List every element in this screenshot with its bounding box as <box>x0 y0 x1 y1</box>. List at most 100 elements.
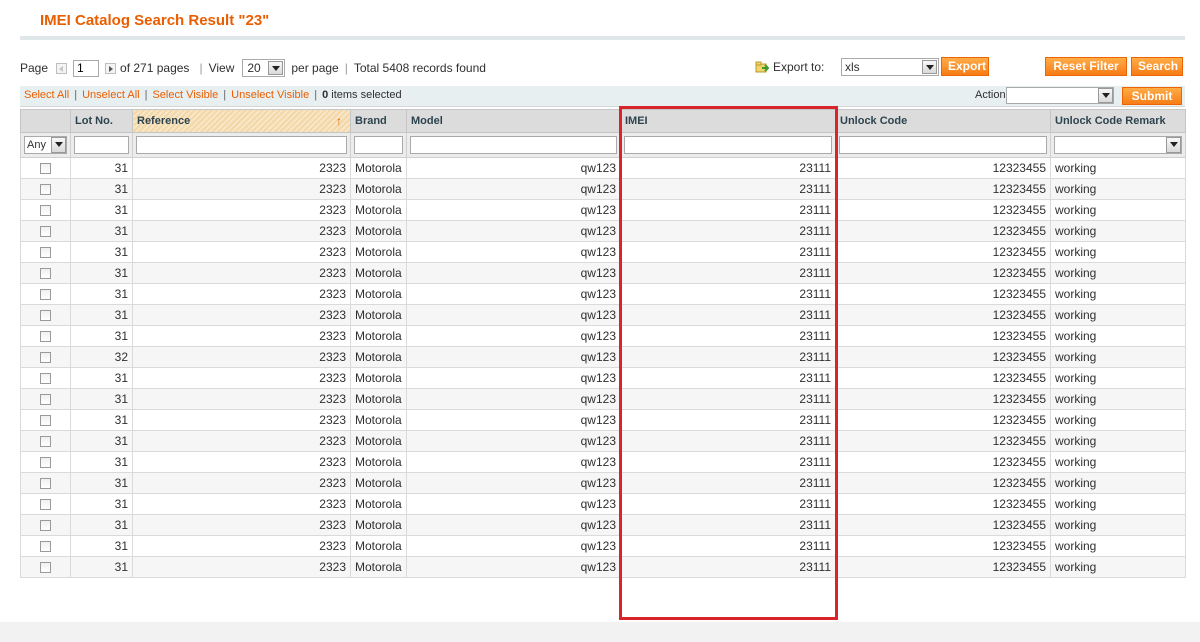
row-checkbox[interactable] <box>40 540 51 552</box>
row-checkbox[interactable] <box>40 456 51 468</box>
chevron-down-icon[interactable] <box>1098 88 1113 103</box>
table-row[interactable]: 31 2323 Motorola qw123 23111 12323455 working <box>20 472 1186 494</box>
column-header-lot-no[interactable]: Lot No. <box>70 109 133 133</box>
row-checkbox[interactable] <box>40 309 51 321</box>
row-checkbox[interactable] <box>40 204 51 216</box>
row-checkbox[interactable] <box>40 162 51 174</box>
page-number-input[interactable] <box>73 59 100 77</box>
table-row[interactable]: 31 2323 Motorola qw123 23111 12323455 working <box>20 325 1186 347</box>
reference-cell: 2323 <box>132 346 351 368</box>
model-cell: qw123 <box>406 241 621 263</box>
row-checkbox[interactable] <box>40 372 51 384</box>
table-row[interactable]: 31 2323 Motorola qw123 23111 12323455 working <box>20 367 1186 389</box>
row-checkbox[interactable] <box>40 246 51 258</box>
prev-page-icon[interactable] <box>56 62 68 74</box>
row-checkbox[interactable] <box>40 435 51 447</box>
chevron-down-icon[interactable] <box>268 61 284 75</box>
table-row[interactable]: 31 2323 Motorola qw123 23111 12323455 working <box>20 535 1186 557</box>
export-button[interactable]: Export <box>941 57 989 76</box>
model-cell: qw123 <box>406 556 621 578</box>
lot-no-cell: 31 <box>70 409 133 431</box>
column-header-unlock-code[interactable]: Unlock Code <box>835 109 1051 133</box>
submit-button[interactable]: Submit <box>1122 87 1182 105</box>
unlock-code-filter-input[interactable] <box>839 136 1047 154</box>
table-row[interactable]: 31 2323 Motorola qw123 23111 12323455 working <box>20 283 1186 305</box>
table-row[interactable]: 31 2323 Motorola qw123 23111 12323455 working <box>20 409 1186 431</box>
table-row[interactable]: 31 2323 Motorola qw123 23111 12323455 working <box>20 220 1186 242</box>
brand-cell: Motorola <box>350 472 407 494</box>
row-checkbox[interactable] <box>40 330 51 342</box>
row-checkbox[interactable] <box>40 414 51 426</box>
reference-cell: 2323 <box>132 472 351 494</box>
column-header-brand[interactable]: Brand <box>350 109 407 133</box>
column-header-reference[interactable]: Reference ↑ <box>132 109 351 133</box>
per-page-select[interactable]: 20 <box>242 59 286 77</box>
row-checkbox[interactable] <box>40 561 51 573</box>
select-cell <box>20 346 71 368</box>
selected-suffix: items selected <box>331 89 402 101</box>
table-row[interactable]: 32 2323 Motorola qw123 23111 12323455 working <box>20 346 1186 368</box>
search-button[interactable]: Search <box>1131 57 1183 76</box>
unlock-code-remark-cell: working <box>1050 199 1186 221</box>
table-row[interactable]: 31 2323 Motorola qw123 23111 12323455 working <box>20 241 1186 263</box>
filter-cell-model <box>406 132 621 158</box>
column-header-model[interactable]: Model <box>406 109 621 133</box>
imei-filter-input[interactable] <box>624 136 832 154</box>
imei-cell: 23111 <box>620 157 836 179</box>
unlock-code-cell: 12323455 <box>835 157 1051 179</box>
actions-select[interactable] <box>1006 87 1114 104</box>
next-page-icon[interactable] <box>105 62 117 74</box>
chevron-down-icon[interactable] <box>1166 137 1181 153</box>
chevron-down-icon[interactable] <box>922 60 937 74</box>
row-checkbox[interactable] <box>40 288 51 300</box>
unlock-code-cell: 12323455 <box>835 409 1051 431</box>
table-row[interactable]: 31 2323 Motorola qw123 23111 12323455 working <box>20 451 1186 473</box>
reference-cell: 2323 <box>132 304 351 326</box>
unselect-all-link[interactable]: Unselect All <box>82 89 139 101</box>
selected-count: 0 <box>322 89 329 101</box>
table-row[interactable]: 31 2323 Motorola qw123 23111 12323455 working <box>20 388 1186 410</box>
row-checkbox[interactable] <box>40 519 51 531</box>
reset-filter-button[interactable]: Reset Filter <box>1045 57 1127 76</box>
table-row[interactable]: 31 2323 Motorola qw123 23111 12323455 working <box>20 199 1186 221</box>
row-checkbox[interactable] <box>40 393 51 405</box>
select-all-link[interactable]: Select All <box>24 89 69 101</box>
row-checkbox[interactable] <box>40 225 51 237</box>
select-cell <box>20 556 71 578</box>
row-checkbox[interactable] <box>40 267 51 279</box>
imei-cell: 23111 <box>620 199 836 221</box>
select-cell <box>20 472 71 494</box>
table-row[interactable]: 31 2323 Motorola qw123 23111 12323455 working <box>20 262 1186 284</box>
table-row[interactable]: 31 2323 Motorola qw123 23111 12323455 working <box>20 514 1186 536</box>
table-row[interactable]: 31 2323 Motorola qw123 23111 12323455 working <box>20 430 1186 452</box>
select-cell <box>20 283 71 305</box>
table-row[interactable]: 31 2323 Motorola qw123 23111 12323455 working <box>20 493 1186 515</box>
select-visible-link[interactable]: Select Visible <box>152 89 218 101</box>
model-filter-input[interactable] <box>410 136 617 154</box>
export-icon <box>755 61 769 73</box>
table-row[interactable]: 31 2323 Motorola qw123 23111 12323455 working <box>20 556 1186 578</box>
brand-cell: Motorola <box>350 409 407 431</box>
model-cell: qw123 <box>406 304 621 326</box>
lot-filter-input[interactable] <box>74 136 129 154</box>
reference-cell: 2323 <box>132 535 351 557</box>
export-format-select[interactable]: xls <box>841 58 939 76</box>
column-header-unlock-code-remark[interactable]: Unlock Code Remark <box>1050 109 1186 133</box>
unselect-visible-link[interactable]: Unselect Visible <box>231 89 309 101</box>
reference-filter-input[interactable] <box>136 136 347 154</box>
lot-no-cell: 31 <box>70 304 133 326</box>
row-checkbox[interactable] <box>40 498 51 510</box>
column-header-imei[interactable]: IMEI <box>620 109 836 133</box>
row-checkbox[interactable] <box>40 477 51 489</box>
unlock-code-cell: 12323455 <box>835 241 1051 263</box>
remark-filter-dropdown[interactable] <box>1054 136 1182 154</box>
chevron-down-icon[interactable] <box>51 137 66 153</box>
table-row[interactable]: 31 2323 Motorola qw123 23111 12323455 working <box>20 178 1186 200</box>
select-filter-dropdown[interactable]: Any <box>24 136 67 154</box>
table-row[interactable]: 31 2323 Motorola qw123 23111 12323455 working <box>20 304 1186 326</box>
unlock-code-remark-cell: working <box>1050 451 1186 473</box>
row-checkbox[interactable] <box>40 351 51 363</box>
table-row[interactable]: 31 2323 Motorola qw123 23111 12323455 working <box>20 157 1186 179</box>
row-checkbox[interactable] <box>40 183 51 195</box>
brand-filter-input[interactable] <box>354 136 403 154</box>
